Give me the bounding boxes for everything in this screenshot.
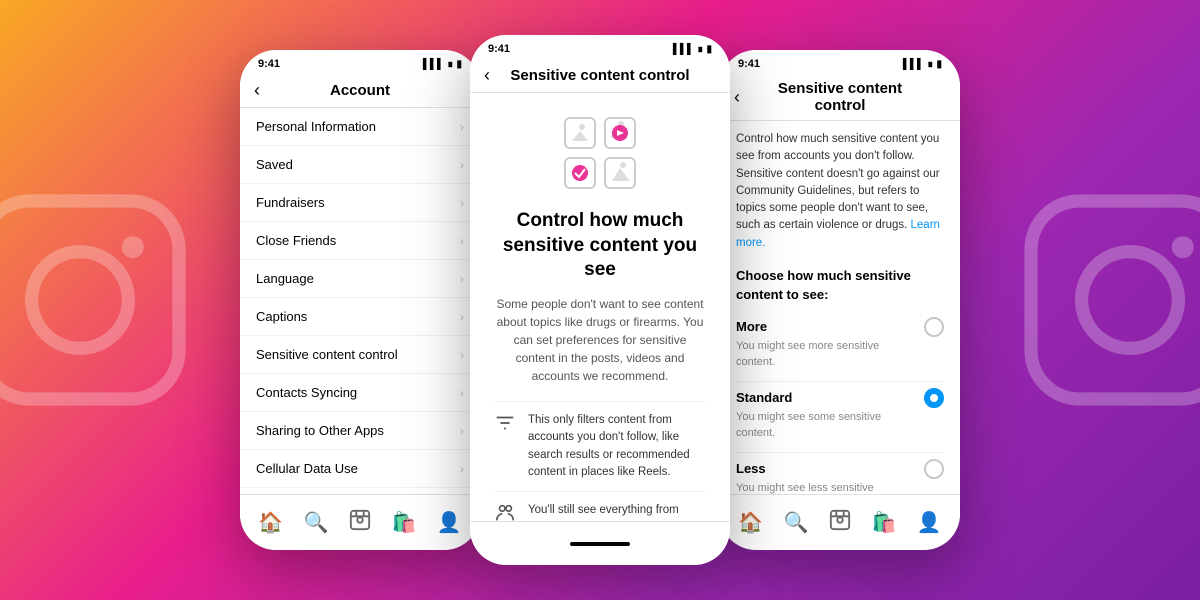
center-content: Control how much sensitive content you s… <box>470 93 730 565</box>
signal-icon-right: ▌▌▌ <box>903 59 924 70</box>
status-icons-left: ▌▌▌ ∎ ▮ <box>423 59 462 70</box>
search-icon-left[interactable]: 🔍 <box>304 510 329 535</box>
menu-item-captions[interactable]: Captions › <box>240 298 480 336</box>
wifi-icon-left: ∎ <box>447 59 453 70</box>
status-bar-center: 9:41 ▌▌▌ ∎ ▮ <box>470 35 730 59</box>
chevron-icon: › <box>460 120 464 134</box>
shop-icon-left[interactable]: 🛍️ <box>391 510 416 535</box>
right-intro: Control how much sensitive content you s… <box>736 131 944 252</box>
wifi-icon-right: ∎ <box>927 59 933 70</box>
reels-icon-left[interactable] <box>349 509 371 537</box>
chevron-icon: › <box>460 234 464 248</box>
nav-bar-left: ‹ Account <box>240 74 480 108</box>
sensitive-content-icon <box>560 113 640 193</box>
time-right: 9:41 <box>738 58 760 70</box>
phone-right: 9:41 ▌▌▌ ∎ ▮ ‹ Sensitive content control… <box>720 50 960 550</box>
filter-icon <box>494 412 516 434</box>
center-nav-title: Sensitive content control <box>508 67 692 84</box>
chevron-icon: › <box>460 386 464 400</box>
wifi-icon-center: ∎ <box>697 44 703 55</box>
radio-more[interactable] <box>924 317 944 337</box>
profile-icon-left[interactable]: 👤 <box>437 510 462 535</box>
reels-icon-right[interactable] <box>829 509 851 537</box>
signal-icon-center: ▌▌▌ <box>673 44 694 55</box>
profile-icon-right[interactable]: 👤 <box>917 510 942 535</box>
bottom-nav-left: 🏠 🔍 🛍️ 👤 <box>240 494 480 550</box>
signal-icon-left: ▌▌▌ <box>423 59 444 70</box>
menu-item-close-friends[interactable]: Close Friends › <box>240 222 480 260</box>
account-list: Personal Information › Saved › Fundraise… <box>240 108 480 550</box>
right-content: Control how much sensitive content you s… <box>720 121 960 550</box>
phones-container: 9:41 ▌▌▌ ∎ ▮ ‹ Account Personal Informat… <box>0 0 1200 600</box>
nav-bar-right: ‹ Sensitive content control <box>720 74 960 121</box>
menu-item-personal[interactable]: Personal Information › <box>240 108 480 146</box>
center-heading: Control how much sensitive content you s… <box>494 209 706 283</box>
menu-item-sharing[interactable]: Sharing to Other Apps › <box>240 412 480 450</box>
time-left: 9:41 <box>258 58 280 70</box>
chevron-icon: › <box>460 272 464 286</box>
radio-standard[interactable] <box>924 388 944 408</box>
battery-icon-left: ▮ <box>456 59 462 70</box>
shop-icon-right[interactable]: 🛍️ <box>871 510 896 535</box>
phone-left: 9:41 ▌▌▌ ∎ ▮ ‹ Account Personal Informat… <box>240 50 480 550</box>
status-bar-right: 9:41 ▌▌▌ ∎ ▮ <box>720 50 960 74</box>
chevron-icon: › <box>460 424 464 438</box>
option-standard[interactable]: Standard You might see some sensitive co… <box>736 381 944 442</box>
nav-bar-center: ‹ Sensitive content control <box>470 59 730 93</box>
back-button-center[interactable]: ‹ <box>484 65 508 86</box>
feature-text-filter: This only filters content from accounts … <box>528 412 706 481</box>
phone-center: 9:41 ▌▌▌ ∎ ▮ ‹ Sensitive content control <box>470 35 730 565</box>
status-icons-right: ▌▌▌ ∎ ▮ <box>903 59 942 70</box>
menu-item-contacts[interactable]: Contacts Syncing › <box>240 374 480 412</box>
battery-icon-right: ▮ <box>936 59 942 70</box>
center-description: Some people don't want to see content ab… <box>494 295 706 385</box>
back-button-left[interactable]: ‹ <box>254 80 278 101</box>
bottom-nav-center <box>470 521 730 565</box>
option-more[interactable]: More You might see more sensitive conten… <box>736 317 944 371</box>
radio-less[interactable] <box>924 459 944 479</box>
chevron-icon: › <box>460 310 464 324</box>
search-icon-right[interactable]: 🔍 <box>784 510 809 535</box>
menu-item-fundraisers[interactable]: Fundraisers › <box>240 184 480 222</box>
time-center: 9:41 <box>488 43 510 55</box>
right-nav-title: Sensitive content control <box>758 80 922 114</box>
account-title: Account <box>278 82 442 99</box>
bottom-nav-right: 🏠 🔍 🛍️ 👤 <box>720 494 960 550</box>
feature-item-filter: This only filters content from accounts … <box>494 401 706 491</box>
chevron-icon: › <box>460 158 464 172</box>
chevron-icon: › <box>460 196 464 210</box>
menu-item-saved[interactable]: Saved › <box>240 146 480 184</box>
menu-item-language[interactable]: Language › <box>240 260 480 298</box>
back-button-right[interactable]: ‹ <box>734 87 758 108</box>
home-icon-right[interactable]: 🏠 <box>738 510 763 535</box>
status-bar-left: 9:41 ▌▌▌ ∎ ▮ <box>240 50 480 74</box>
battery-icon-center: ▮ <box>706 44 712 55</box>
chevron-icon: › <box>460 348 464 362</box>
section-label: Choose how much sensitive content to see… <box>736 266 944 305</box>
status-icons-center: ▌▌▌ ∎ ▮ <box>673 44 712 55</box>
menu-item-cellular[interactable]: Cellular Data Use › <box>240 450 480 488</box>
home-icon-left[interactable]: 🏠 <box>258 510 283 535</box>
menu-item-sensitive[interactable]: Sensitive content control › <box>240 336 480 374</box>
chevron-icon: › <box>460 462 464 476</box>
